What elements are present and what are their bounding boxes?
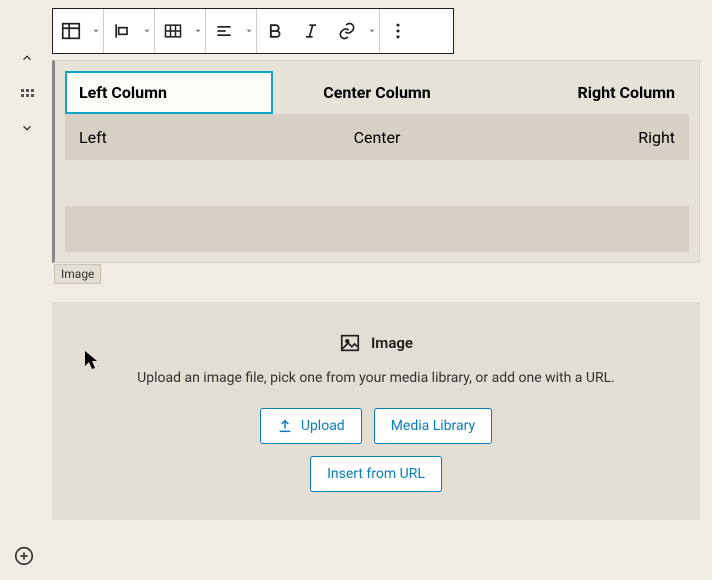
table-cell[interactable] (273, 206, 481, 252)
edit-table-dropdown[interactable] (191, 9, 205, 53)
more-vertical-icon (388, 21, 408, 41)
align-dropdown[interactable] (140, 9, 154, 53)
chevron-down-icon (91, 26, 101, 36)
insert-from-url-button-label: Insert from URL (327, 466, 425, 482)
link-button[interactable] (329, 9, 365, 53)
table-cell[interactable] (481, 206, 689, 252)
table-header-cell[interactable]: Right Column (481, 71, 689, 114)
block-type-button[interactable] (53, 9, 89, 53)
chevron-down-icon (193, 26, 203, 36)
table-cell[interactable]: Right (481, 114, 689, 160)
block-toolbar (52, 8, 454, 54)
table-block[interactable]: Left Column Center Column Right Column L… (52, 60, 700, 263)
more-options-button[interactable] (380, 9, 416, 53)
table-row (65, 206, 689, 252)
media-library-button-label: Media Library (391, 418, 475, 434)
align-button[interactable] (104, 9, 140, 53)
column-align-dropdown[interactable] (242, 9, 256, 53)
add-block-button[interactable] (12, 544, 36, 568)
table-header-cell[interactable]: Center Column (273, 71, 481, 114)
chevron-down-icon (367, 26, 377, 36)
plus-circle-icon (13, 545, 35, 567)
table-cell[interactable] (273, 160, 481, 206)
breadcrumb[interactable]: Image (54, 264, 101, 284)
table-cell[interactable]: Center (273, 114, 481, 160)
chevron-down-icon (142, 26, 152, 36)
chevron-down-icon (20, 121, 34, 135)
column-align-button[interactable] (206, 9, 242, 53)
upload-icon (277, 418, 293, 434)
block-type-dropdown[interactable] (89, 9, 103, 53)
image-icon (339, 332, 361, 354)
upload-button[interactable]: Upload (260, 408, 362, 444)
chevron-down-icon (244, 26, 254, 36)
italic-button[interactable] (293, 9, 329, 53)
move-down-button[interactable] (13, 106, 41, 150)
image-block-title: Image (371, 334, 413, 352)
text-align-icon (214, 21, 234, 41)
edit-table-button[interactable] (155, 9, 191, 53)
link-icon (337, 21, 357, 41)
italic-icon (301, 21, 321, 41)
drag-handle[interactable] (20, 86, 34, 100)
table-cell[interactable] (481, 160, 689, 206)
table-grid-icon (163, 21, 183, 41)
bold-button[interactable] (257, 9, 293, 53)
move-up-button[interactable] (13, 36, 41, 80)
chevron-up-icon (20, 51, 34, 65)
table-cell[interactable] (65, 160, 273, 206)
table-row: Left Center Right (65, 114, 689, 160)
table-cell[interactable]: Left (65, 114, 273, 160)
table-row (65, 160, 689, 206)
image-block-placeholder[interactable]: Image Upload an image file, pick one fro… (52, 302, 700, 520)
media-library-button[interactable]: Media Library (374, 408, 492, 444)
align-left-icon (112, 21, 132, 41)
upload-button-label: Upload (301, 418, 345, 434)
insert-from-url-button[interactable]: Insert from URL (310, 456, 442, 492)
image-block-description: Upload an image file, pick one from your… (76, 370, 676, 386)
table-header-row: Left Column Center Column Right Column (65, 71, 689, 114)
table-block-icon (60, 20, 82, 42)
table-cell[interactable] (65, 206, 273, 252)
bold-icon (265, 21, 285, 41)
more-format-dropdown[interactable] (365, 9, 379, 53)
table-header-cell[interactable]: Left Column (65, 71, 273, 114)
